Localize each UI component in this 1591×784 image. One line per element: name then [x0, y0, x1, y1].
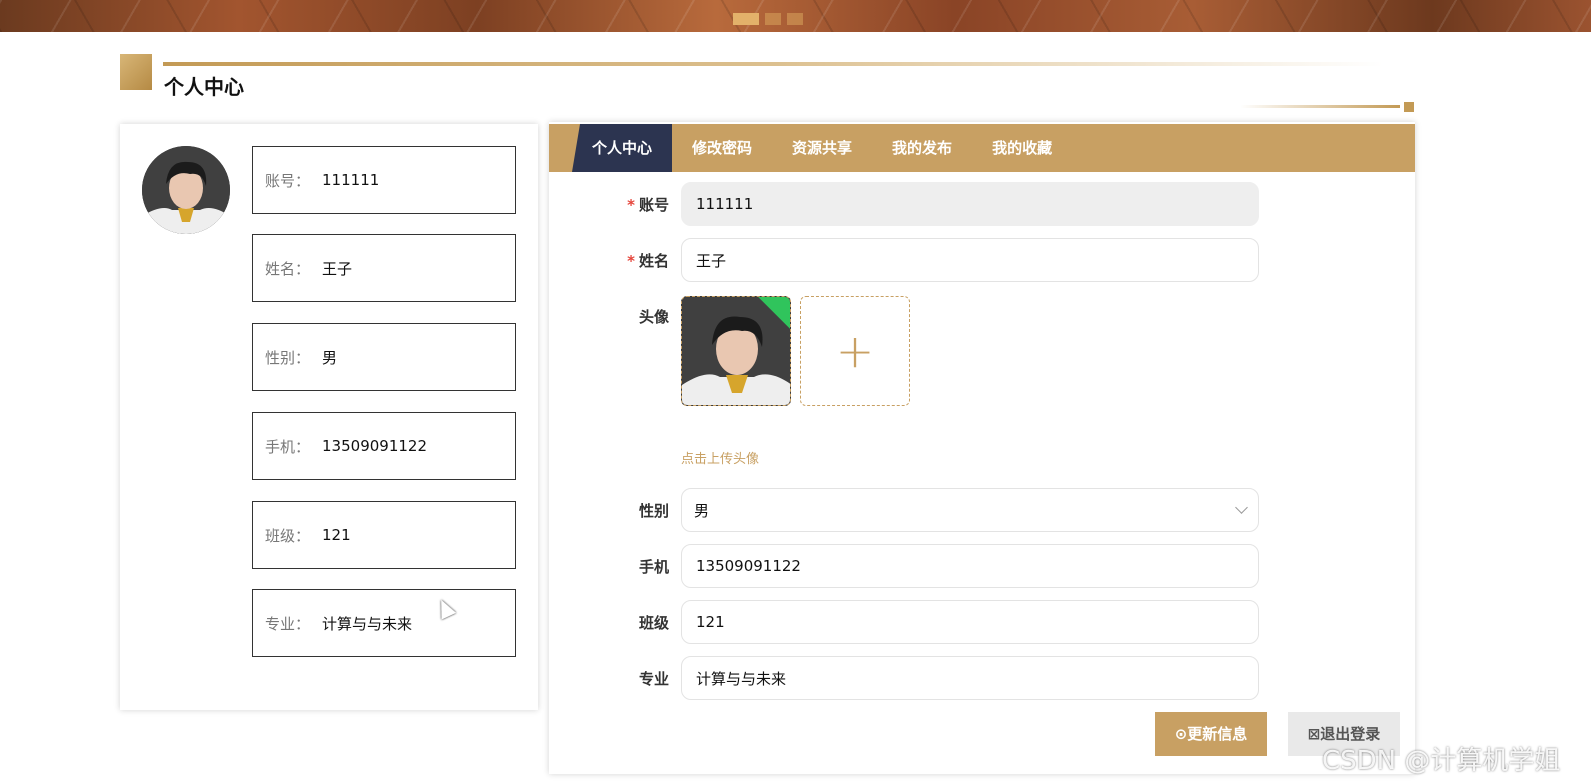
page-title: 个人中心: [164, 75, 244, 99]
info-value: 111111: [322, 171, 380, 189]
avatar: [142, 146, 230, 234]
phone-input[interactable]: 13509091122: [681, 544, 1259, 588]
tab-resource-sharing[interactable]: 资源共享: [772, 124, 872, 172]
info-class: 班级： 121: [252, 501, 516, 569]
tab-my-posts[interactable]: 我的发布: [872, 124, 972, 172]
page: 个人中心 账号： 111111 姓名： 王子 性别： 男 手机： 1350909…: [0, 0, 1591, 784]
check-circle-icon: ⊙: [1174, 725, 1188, 743]
right-line-decoration: [1240, 105, 1400, 108]
carousel-dots: [733, 13, 803, 25]
name-label-text: 姓名: [638, 252, 669, 270]
info-value: 121: [322, 526, 351, 544]
required-mark: *: [627, 196, 635, 214]
update-info-button[interactable]: ⊙更新信息: [1155, 712, 1267, 756]
name-label: * 姓名: [627, 250, 669, 271]
avatar-upload-button[interactable]: +: [800, 296, 910, 406]
info-gender: 性别： 男: [252, 323, 516, 391]
avatar-photo-icon: [142, 146, 230, 234]
carousel-dot-3[interactable]: [787, 13, 803, 25]
info-account: 账号： 111111: [252, 146, 516, 214]
carousel-dot-2[interactable]: [765, 13, 781, 25]
title-square-decoration: [120, 54, 152, 90]
info-major: 专业： 计算与与未来: [252, 589, 516, 657]
info-label: 账号：: [265, 171, 311, 190]
account-label-text: 账号: [638, 196, 669, 214]
info-label: 性别：: [265, 348, 311, 367]
info-label: 手机：: [265, 437, 311, 456]
avatar-label: 头像: [638, 308, 669, 326]
phone-label: 手机: [638, 558, 669, 576]
close-box-icon: ⊠: [1307, 725, 1321, 743]
class-label: 班级: [638, 614, 669, 632]
info-value: 13509091122: [322, 437, 427, 455]
tab-bar: 个人中心 修改密码 资源共享 我的发布 我的收藏: [549, 124, 1415, 172]
update-info-label: 更新信息: [1187, 725, 1248, 743]
tab-change-password[interactable]: 修改密码: [672, 124, 772, 172]
gender-select[interactable]: 男: [681, 488, 1259, 532]
info-value: 计算与与未来: [322, 614, 413, 633]
gender-label: 性别: [638, 502, 669, 520]
tab-my-favorites[interactable]: 我的收藏: [972, 124, 1072, 172]
profile-summary-card: 账号： 111111 姓名： 王子 性别： 男 手机： 13509091122 …: [120, 124, 538, 710]
required-mark: *: [627, 252, 635, 270]
info-label: 姓名：: [265, 259, 311, 278]
info-value: 王子: [322, 259, 353, 278]
info-label: 专业：: [265, 614, 311, 633]
account-input[interactable]: 111111: [681, 182, 1259, 226]
plus-icon: +: [835, 324, 875, 378]
major-input[interactable]: 计算与与未来: [681, 656, 1259, 700]
avatar-upload-tip: 点击上传头像: [681, 452, 760, 467]
carousel-dot-1[interactable]: [733, 13, 759, 25]
info-name: 姓名： 王子: [252, 234, 516, 302]
account-label: * 账号: [627, 194, 669, 215]
info-value: 男: [322, 348, 338, 367]
top-banner: [0, 0, 1591, 32]
tab-personal-center[interactable]: 个人中心: [572, 124, 673, 172]
watermark: CSDN @计算机学姐: [1322, 746, 1561, 776]
major-label: 专业: [638, 670, 669, 688]
chevron-down-icon: [1235, 501, 1248, 514]
name-input[interactable]: 王子: [681, 238, 1259, 282]
title-line-decoration: [163, 62, 1383, 66]
class-input[interactable]: 121: [681, 600, 1259, 644]
avatar-upload-thumbnail[interactable]: ✓: [681, 296, 791, 406]
gender-select-value: 男: [694, 501, 710, 520]
info-phone: 手机： 13509091122: [252, 412, 516, 480]
profile-edit-panel: 个人中心 修改密码 资源共享 我的发布 我的收藏 * 账号 111111 * 姓名 …: [549, 122, 1415, 774]
right-square-decoration: [1404, 102, 1414, 112]
info-label: 班级：: [265, 526, 311, 545]
